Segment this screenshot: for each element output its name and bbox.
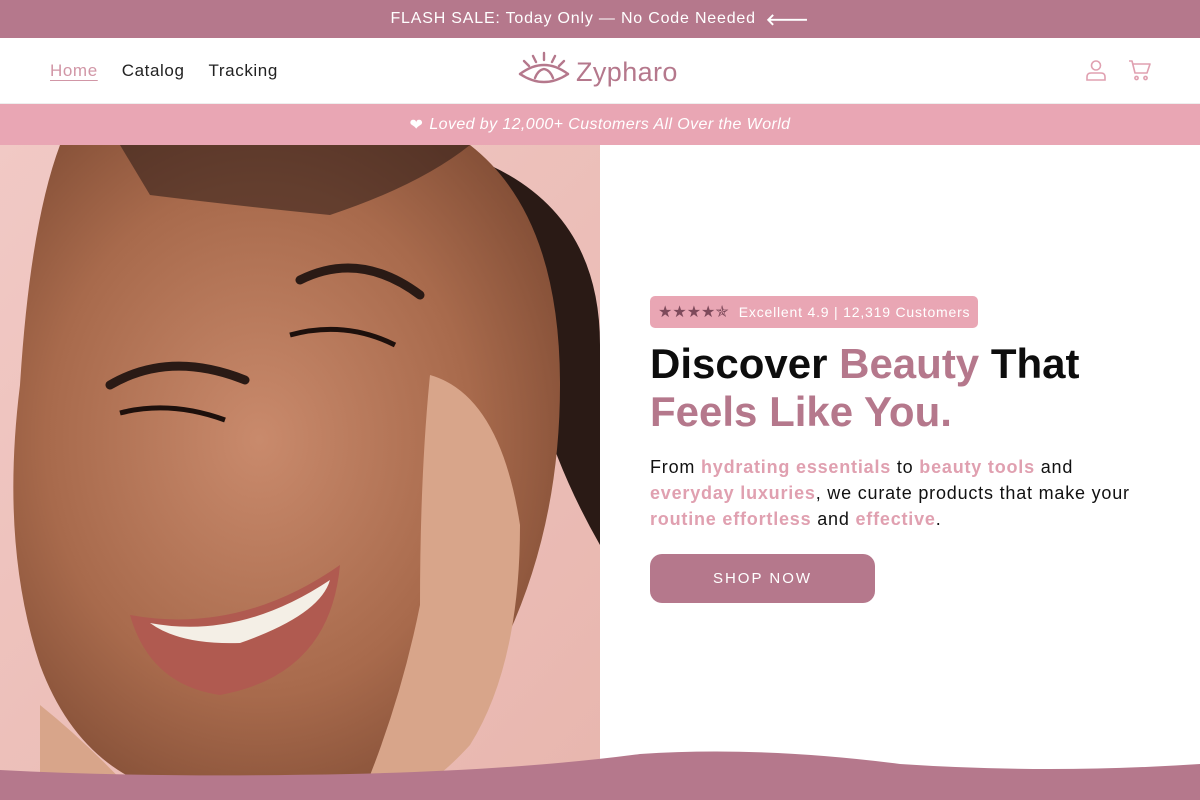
desc-text: and xyxy=(1034,457,1074,477)
nav-catalog[interactable]: Catalog xyxy=(122,61,185,81)
star-rating-icon: ★★★★✯ xyxy=(658,304,729,321)
hero-headline: Discover Beauty That Feels Like You. xyxy=(650,340,1160,436)
rating-text: Excellent 4.9 | 12,319 Customers xyxy=(738,304,971,320)
hero-description: From hydrating essentials to beauty tool… xyxy=(650,454,1160,532)
main-nav: Home Catalog Tracking xyxy=(50,38,278,104)
desc-text: . xyxy=(935,509,942,529)
brand-name: Zypharo xyxy=(576,56,678,87)
nav-tracking[interactable]: Tracking xyxy=(209,61,278,81)
brand-logo[interactable]: Zypharo xyxy=(516,50,678,94)
site-header: Home Catalog Tracking Zypharo xyxy=(0,38,1200,104)
headline-part-2: That xyxy=(979,340,1080,387)
headline-part-1: Discover xyxy=(650,340,840,387)
desc-highlight: everyday luxuries xyxy=(650,483,816,503)
desc-text: , we curate products that make your xyxy=(815,483,1130,503)
account-icon[interactable] xyxy=(1084,58,1108,82)
announcement-bar: FLASH SALE: Today Only — No Code Needed … xyxy=(0,0,1200,38)
smiling-woman-illustration xyxy=(0,145,600,800)
social-proof-bar: ❤ Loved by 12,000+ Customers All Over th… xyxy=(0,104,1200,145)
desc-highlight: routine effortless xyxy=(650,509,812,529)
wave-divider xyxy=(0,751,1200,800)
shop-now-button[interactable]: SHOP NOW xyxy=(650,554,875,603)
desc-highlight: effective xyxy=(855,509,936,529)
desc-highlight: beauty tools xyxy=(919,457,1035,477)
desc-text: From xyxy=(650,457,701,477)
header-actions xyxy=(1084,58,1152,82)
rating-badge: ★★★★✯ Excellent 4.9 | 12,319 Customers xyxy=(650,296,979,328)
arrow-left-icon[interactable]: 🡐 xyxy=(766,9,810,30)
nav-home[interactable]: Home xyxy=(50,61,98,81)
cart-icon[interactable] xyxy=(1128,58,1152,82)
announcement-text: FLASH SALE: Today Only — No Code Needed xyxy=(390,10,756,27)
hero-image xyxy=(0,145,600,800)
desc-text: and xyxy=(811,509,856,529)
heart-icon: ❤ xyxy=(409,116,424,134)
desc-text: to xyxy=(891,457,920,477)
headline-accent-1: Beauty xyxy=(839,340,980,387)
headline-accent-2: Feels Like You. xyxy=(650,388,952,435)
desc-highlight: hydrating essentials xyxy=(701,457,892,477)
eye-sun-logo-icon xyxy=(518,51,570,84)
hero-content: ★★★★✯ Excellent 4.9 | 12,319 Customers D… xyxy=(650,296,1160,603)
social-proof-text: Loved by 12,000+ Customers All Over the … xyxy=(429,115,791,133)
